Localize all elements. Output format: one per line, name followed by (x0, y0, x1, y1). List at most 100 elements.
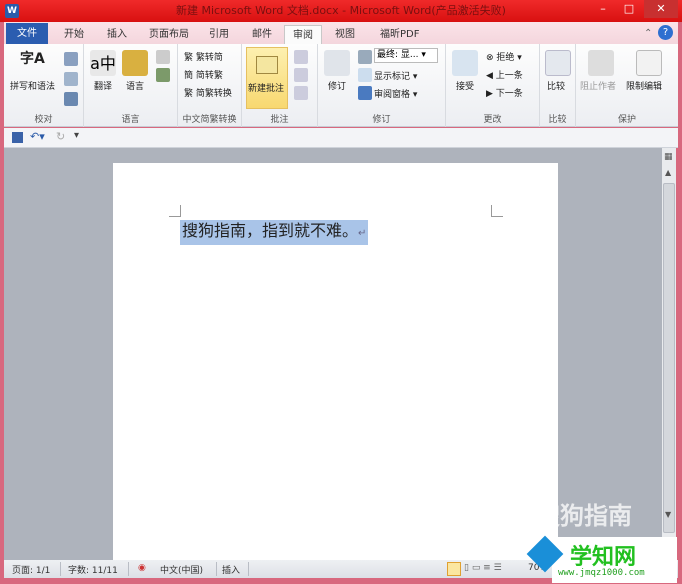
tab-mailings[interactable]: 邮件 (244, 25, 280, 44)
crop-mark (491, 205, 503, 217)
selected-text[interactable]: 搜狗指南，指到就不难。↵ (180, 220, 369, 245)
next-comment-icon[interactable] (294, 86, 308, 100)
ribbon: 字A 拼写和语法 校对 a中 翻译 语言 语言 繁 繁转简 簡 简转繁 繁 简繁… (4, 44, 678, 127)
minimize-button[interactable]: – (590, 0, 616, 18)
spell-grammar-button[interactable]: 拼写和语法 (10, 79, 55, 92)
group-comments: 新建批注 批注 (242, 44, 318, 127)
new-comment-button[interactable]: 新建批注 (246, 47, 288, 109)
save-icon[interactable] (12, 132, 23, 143)
label: 审阅窗格 (374, 90, 411, 100)
compare-icon (545, 50, 571, 76)
traditional-to-simplified-button[interactable]: 繁 繁转简 (184, 50, 223, 63)
thesaurus-icon[interactable] (64, 72, 78, 86)
page-count[interactable]: 页面: 1/1 (12, 563, 50, 576)
divider (60, 562, 61, 576)
label: 下一条 (495, 89, 523, 99)
spell-check-icon: 字A (20, 51, 45, 67)
insert-mode[interactable]: 插入 (222, 563, 240, 576)
quick-access-toolbar: ↶▾ ↻ ▾ (4, 128, 678, 148)
delete-comment-icon[interactable] (294, 50, 308, 64)
show-markup-button[interactable]: 显示标记 ▾ (374, 69, 417, 82)
divider (128, 562, 129, 576)
next-change-button[interactable]: ▶ 下一条 (486, 86, 523, 99)
compare-button[interactable]: 比较 (547, 79, 565, 92)
divider (216, 562, 217, 576)
block-authors-button[interactable]: 阻止作者 (580, 79, 616, 92)
show-markup-icon (358, 68, 372, 82)
divider (248, 562, 249, 576)
display-for-review-icon (358, 50, 372, 64)
simplified-to-traditional-button[interactable]: 簡 简转繁 (184, 68, 223, 81)
restrict-editing-icon (636, 50, 662, 76)
label: 简繁转换 (195, 89, 232, 99)
translate-tip-icon[interactable] (156, 50, 170, 64)
group-changes: 接受 ⊗ 拒绝 ▾ ◀ 上一条 ▶ 下一条 更改 (446, 44, 540, 127)
scroll-thumb[interactable] (663, 183, 675, 533)
previous-change-button[interactable]: ◀ 上一条 (486, 68, 523, 81)
maximize-button[interactable]: □ (616, 0, 642, 18)
tab-foxit-pdf[interactable]: 福昕PDF (372, 25, 427, 44)
redo-icon[interactable]: ↻ (56, 130, 65, 143)
label: 上一条 (495, 71, 523, 81)
vertical-scrollbar[interactable]: ▦ ▲ ▼ (662, 148, 676, 560)
print-layout-view-icon[interactable] (447, 562, 461, 576)
reject-button[interactable]: ⊗ 拒绝 ▾ (486, 50, 522, 63)
proofing-status-icon[interactable]: ◉ (138, 563, 146, 573)
language-button[interactable]: 语言 (126, 79, 144, 92)
reviewing-pane-icon (358, 86, 372, 100)
scroll-down-icon[interactable]: ▼ (665, 510, 671, 519)
label: 显示标记 (374, 72, 411, 82)
comment-icon (256, 56, 278, 74)
translate-button[interactable]: 翻译 (94, 79, 112, 92)
group-tracking: 修订 最终: 显... ▾ 显示标记 ▾ 审阅窗格 ▾ 修订 (318, 44, 446, 127)
display-for-review-dropdown[interactable]: 最终: 显... ▾ (374, 48, 438, 63)
group-label: 批注 (270, 115, 289, 125)
logo-name: 学知网 (570, 545, 637, 570)
window-title: 新建 Microsoft Word 文档.docx - Microsoft Wo… (176, 4, 506, 17)
tab-insert[interactable]: 插入 (99, 25, 135, 44)
track-changes-button[interactable]: 修订 (328, 79, 346, 92)
watermark-text: 搜狗指南 (536, 502, 632, 530)
accept-icon (452, 50, 478, 76)
group-label: 校对 (34, 115, 53, 125)
tab-home[interactable]: 开始 (56, 25, 92, 44)
ruler-toggle-icon[interactable]: ▦ (664, 152, 673, 162)
view-buttons[interactable]: ▯ ▭ ≡ ☰ (464, 563, 502, 573)
minimize-ribbon-icon[interactable]: ⌃ (644, 28, 652, 39)
scroll-up-icon[interactable]: ▲ (665, 168, 671, 177)
research-icon[interactable] (64, 52, 78, 66)
customize-qat-icon[interactable]: ▾ (74, 130, 79, 141)
group-language: a中 翻译 语言 语言 (84, 44, 178, 127)
site-logo: 学知网 www.jmqz1000.com (526, 535, 677, 583)
help-icon[interactable]: ? (658, 25, 673, 40)
document-text: 搜狗指南，指到就不难。 (182, 221, 359, 240)
title-bar: 新建 Microsoft Word 文档.docx - Microsoft Wo… (0, 0, 682, 22)
tab-review[interactable]: 审阅 (284, 25, 322, 44)
language-status[interactable]: 中文(中国) (160, 563, 203, 576)
language-icon (122, 50, 148, 76)
paragraph-mark: ↵ (358, 228, 367, 239)
label: 新建批注 (248, 84, 285, 94)
accept-button[interactable]: 接受 (456, 79, 474, 92)
group-label: 更改 (483, 115, 502, 125)
watermark: Ⓢ搜狗指南 (512, 502, 632, 530)
group-label: 比较 (548, 115, 567, 125)
tab-file[interactable]: 文件 (6, 23, 48, 44)
set-language-icon[interactable] (156, 68, 170, 82)
tab-view[interactable]: 视图 (327, 25, 363, 44)
word-count-icon[interactable] (64, 92, 78, 106)
undo-icon[interactable]: ↶▾ (30, 130, 45, 143)
label: 繁转简 (195, 53, 223, 63)
previous-comment-icon[interactable] (294, 68, 308, 82)
close-button[interactable]: ✕ (644, 0, 678, 18)
group-label: 保护 (617, 115, 636, 125)
reviewing-pane-button[interactable]: 审阅窗格 ▾ (374, 87, 417, 100)
tab-references[interactable]: 引用 (201, 25, 237, 44)
selected-value: 最终: 显... (377, 50, 419, 60)
word-count[interactable]: 字数: 11/11 (68, 563, 118, 576)
logo-url: www.jmqz1000.com (558, 568, 645, 578)
word-app-icon[interactable]: W (5, 4, 19, 18)
conversion-button[interactable]: 繁 简繁转换 (184, 86, 232, 99)
tab-page-layout[interactable]: 页面布局 (141, 25, 197, 44)
restrict-editing-button[interactable]: 限制编辑 (626, 79, 662, 92)
